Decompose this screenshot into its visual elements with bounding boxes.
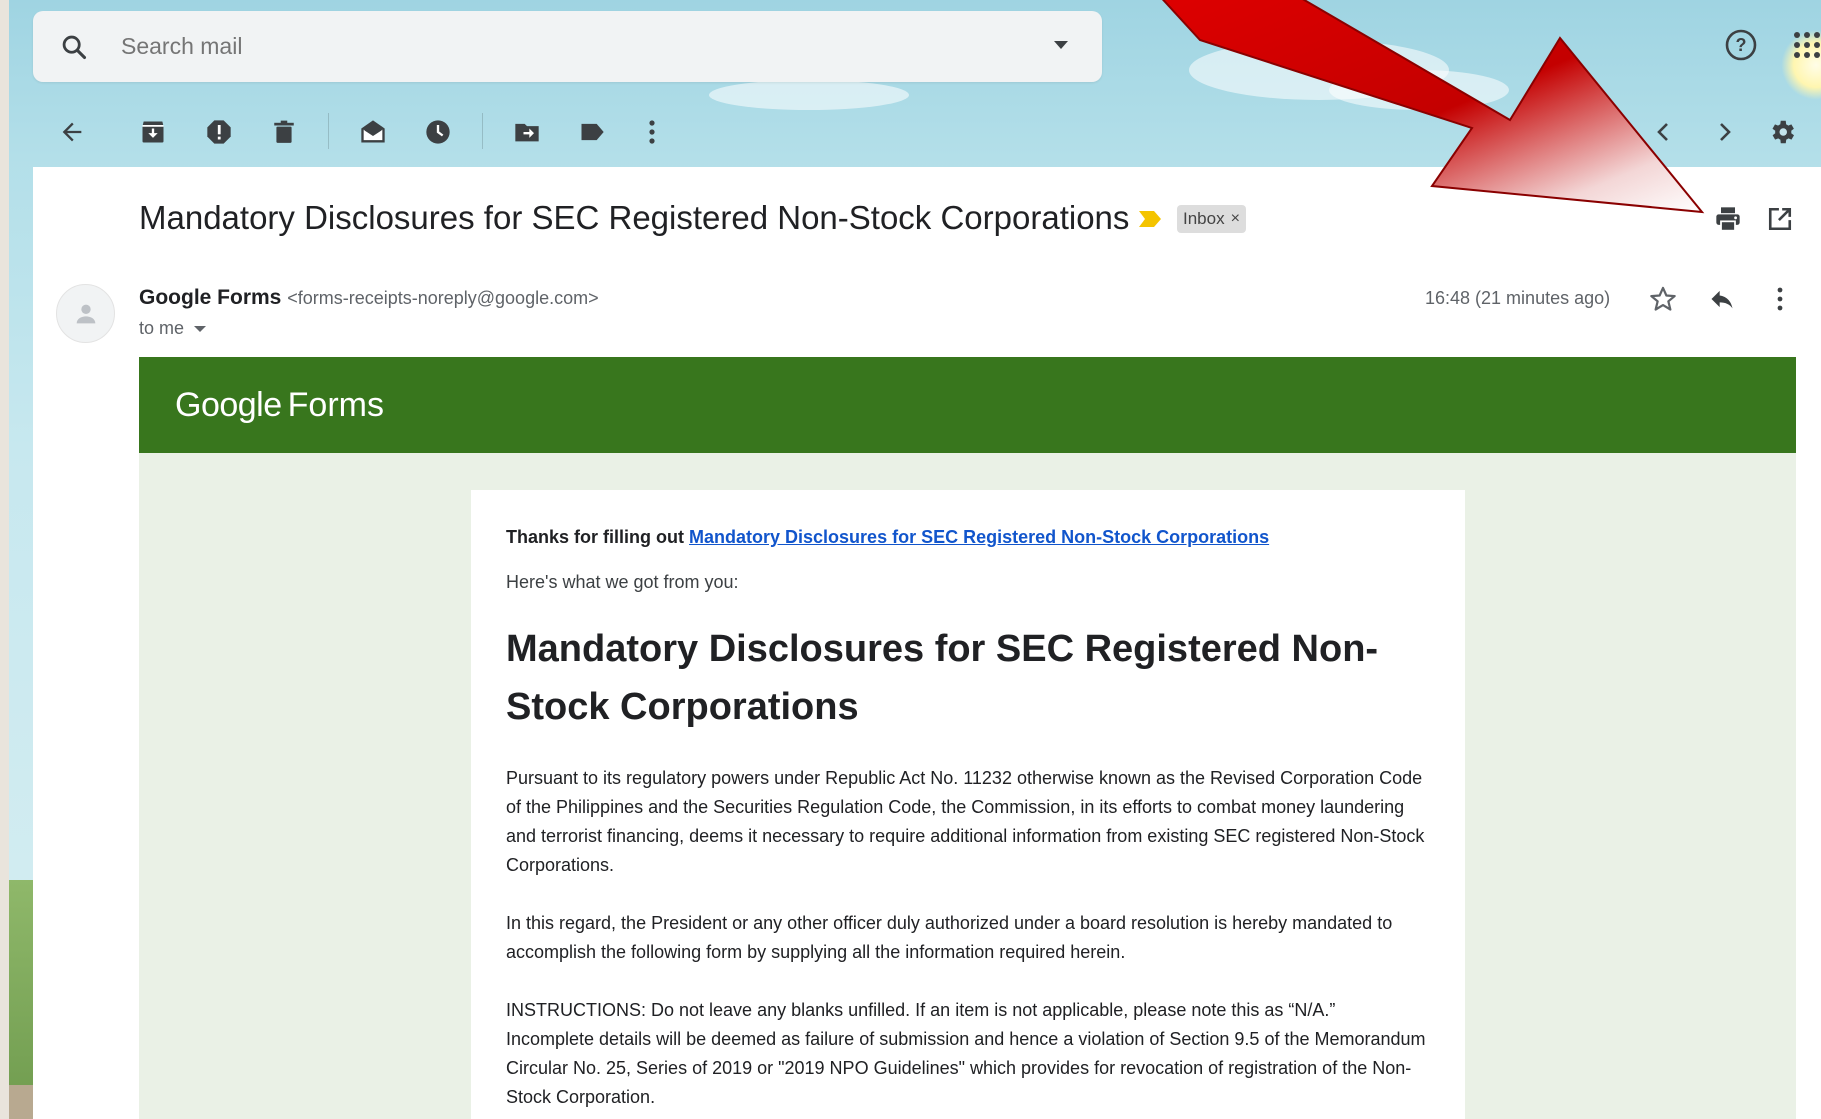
- back-icon[interactable]: [54, 114, 90, 150]
- google-forms-banner: Google Forms: [139, 357, 1796, 453]
- thanks-line: Thanks for filling out Mandatory Disclos…: [506, 527, 1269, 548]
- delete-icon[interactable]: [266, 114, 302, 150]
- mark-unread-icon[interactable]: [355, 114, 391, 150]
- remove-label-button[interactable]: ×: [1231, 210, 1240, 228]
- more-vert-icon[interactable]: [634, 114, 670, 150]
- search-options-caret-icon[interactable]: [1052, 38, 1070, 57]
- form-paragraph: Pursuant to its regulatory powers under …: [506, 768, 1425, 875]
- avatar[interactable]: [56, 284, 115, 343]
- google-logo-text: Google: [175, 385, 282, 424]
- details-caret-icon[interactable]: [194, 325, 207, 333]
- email-timestamp: 16:48 (21 minutes ago): [1425, 288, 1611, 308]
- reply-icon[interactable]: [1705, 282, 1739, 316]
- search-input[interactable]: [121, 33, 1001, 60]
- background-grass: [9, 880, 33, 1119]
- form-paragraph: In this regard, the President or any oth…: [506, 913, 1393, 962]
- more-vert-icon[interactable]: [1763, 282, 1797, 316]
- thanks-prefix: Thanks for filling out: [506, 527, 684, 547]
- inbox-label-chip: Inbox ×: [1177, 205, 1246, 233]
- search-icon[interactable]: [57, 30, 91, 64]
- email-subject: Mandatory Disclosures for SEC Registered…: [139, 199, 1130, 236]
- form-paragraph: INSTRUCTIONS: Do not leave any blanks un…: [506, 1000, 1426, 1107]
- got-from-you-line: Here's what we got from you:: [506, 572, 739, 592]
- recipient-text: to me: [139, 318, 185, 338]
- background-path: [9, 1085, 33, 1119]
- open-new-window-icon[interactable]: [1763, 202, 1797, 236]
- help-icon[interactable]: ?: [1724, 28, 1758, 62]
- toolbar-divider: [482, 113, 483, 149]
- snooze-icon[interactable]: [420, 114, 456, 150]
- star-icon[interactable]: [1646, 282, 1680, 316]
- importance-marker-icon[interactable]: [1137, 209, 1163, 234]
- prev-icon[interactable]: [1646, 114, 1682, 150]
- toolbar-divider: [328, 113, 329, 149]
- cloud: [709, 80, 909, 110]
- svg-text:?: ?: [1736, 35, 1747, 55]
- recipient-line[interactable]: to me: [139, 318, 207, 339]
- archive-icon[interactable]: [135, 114, 171, 150]
- sender-line: Google Forms <forms-receipts-noreply@goo…: [139, 286, 599, 310]
- form-link[interactable]: Mandatory Disclosures for SEC Registered…: [689, 527, 1269, 547]
- sender-name[interactable]: Google Forms: [139, 286, 281, 309]
- inbox-label[interactable]: Inbox: [1183, 209, 1225, 229]
- pagination-count: 28: [1590, 121, 1611, 141]
- form-title: Mandatory Disclosures for SEC Registered…: [506, 628, 1379, 728]
- labels-icon[interactable]: [574, 114, 610, 150]
- move-to-icon[interactable]: [509, 114, 545, 150]
- print-icon[interactable]: [1711, 202, 1745, 236]
- cloud: [1329, 70, 1509, 110]
- avatar-icon: [76, 304, 95, 323]
- sender-address: <forms-receipts-noreply@google.com>: [287, 288, 599, 308]
- forms-logo-text: Forms: [287, 385, 384, 424]
- report-spam-icon[interactable]: [201, 114, 237, 150]
- settings-icon[interactable]: [1764, 114, 1800, 150]
- next-icon[interactable]: [1706, 114, 1742, 150]
- search-bar[interactable]: [33, 11, 1102, 82]
- apps-icon[interactable]: [1792, 28, 1821, 62]
